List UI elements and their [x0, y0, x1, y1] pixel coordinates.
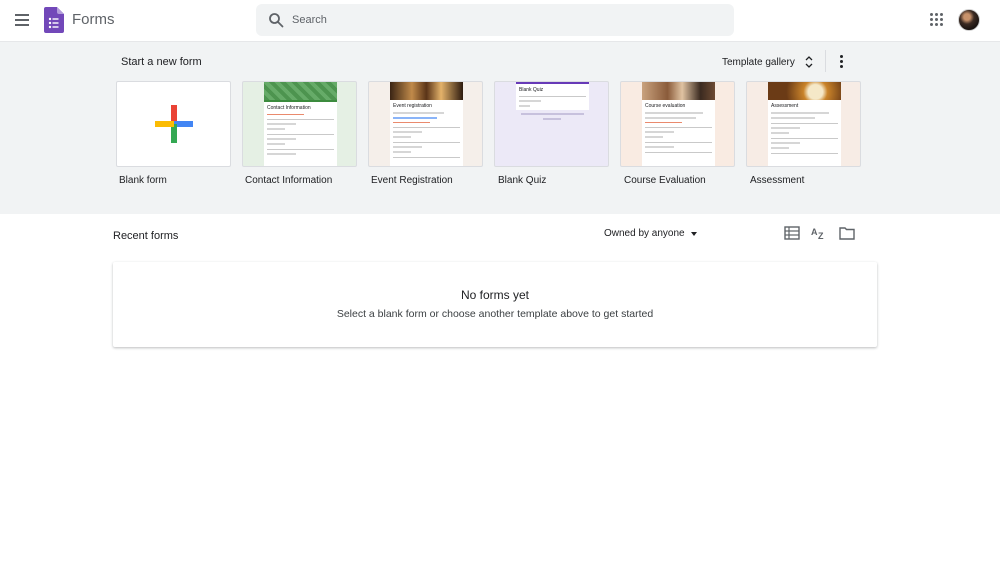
template-gallery-button[interactable]: Template gallery [716, 50, 819, 74]
google-apps-icon[interactable] [930, 13, 944, 27]
template-course-evaluation[interactable]: Course evaluation [620, 81, 735, 167]
recent-forms-title: Recent forms [113, 230, 179, 242]
empty-state-subtitle: Select a blank form or choose another te… [336, 308, 654, 320]
template-contact-information[interactable]: Contact Information [242, 81, 357, 167]
template-blank-quiz[interactable]: Blank Quiz [494, 81, 609, 167]
owner-filter-label: Owned by anyone [604, 228, 685, 239]
forms-logo-icon[interactable] [44, 7, 64, 33]
unfold-icon [805, 56, 813, 68]
template-blank-form[interactable] [116, 81, 231, 167]
template-label[interactable]: Blank Quiz [498, 175, 546, 186]
top-header: Forms [0, 0, 1000, 42]
template-label[interactable]: Assessment [750, 175, 804, 186]
app-title[interactable]: Forms [72, 11, 115, 28]
thumb-title: Assessment [771, 103, 799, 109]
account-avatar[interactable] [958, 9, 980, 31]
list-view-icon[interactable] [784, 226, 800, 240]
thumb-title: Contact Information [267, 105, 311, 111]
search-bar[interactable] [256, 4, 734, 36]
empty-state-card: No forms yet Select a blank form or choo… [113, 262, 877, 347]
main-menu-button[interactable] [12, 10, 32, 30]
svg-text:Z: Z [818, 231, 824, 240]
plus-icon [155, 105, 193, 143]
owner-filter-dropdown[interactable]: Owned by anyone [604, 228, 697, 239]
toolbar-divider [825, 50, 826, 72]
thumb-title: Blank Quiz [519, 87, 544, 93]
more-options-icon[interactable] [834, 52, 848, 72]
thumb-title: Course evaluation [645, 103, 686, 109]
section-title: Start a new form [121, 56, 202, 68]
search-input[interactable] [292, 4, 722, 36]
dropdown-arrow-icon [690, 231, 697, 236]
template-label[interactable]: Contact Information [245, 175, 332, 186]
template-label[interactable]: Course Evaluation [624, 175, 706, 186]
template-gallery-label: Template gallery [722, 56, 795, 68]
template-event-registration[interactable]: Event registration [368, 81, 483, 167]
empty-state-title: No forms yet [460, 288, 529, 302]
thumb-title: Event registration [393, 103, 432, 109]
template-section: Start a new form Template gallery Blank … [0, 42, 1000, 214]
folder-icon[interactable] [839, 226, 855, 240]
template-label[interactable]: Blank form [119, 175, 167, 186]
template-label[interactable]: Event Registration [371, 175, 453, 186]
template-assessment[interactable]: Assessment [746, 81, 861, 167]
sort-az-icon[interactable]: A Z [811, 226, 827, 240]
svg-text:A: A [811, 227, 818, 237]
search-icon[interactable] [268, 12, 284, 28]
